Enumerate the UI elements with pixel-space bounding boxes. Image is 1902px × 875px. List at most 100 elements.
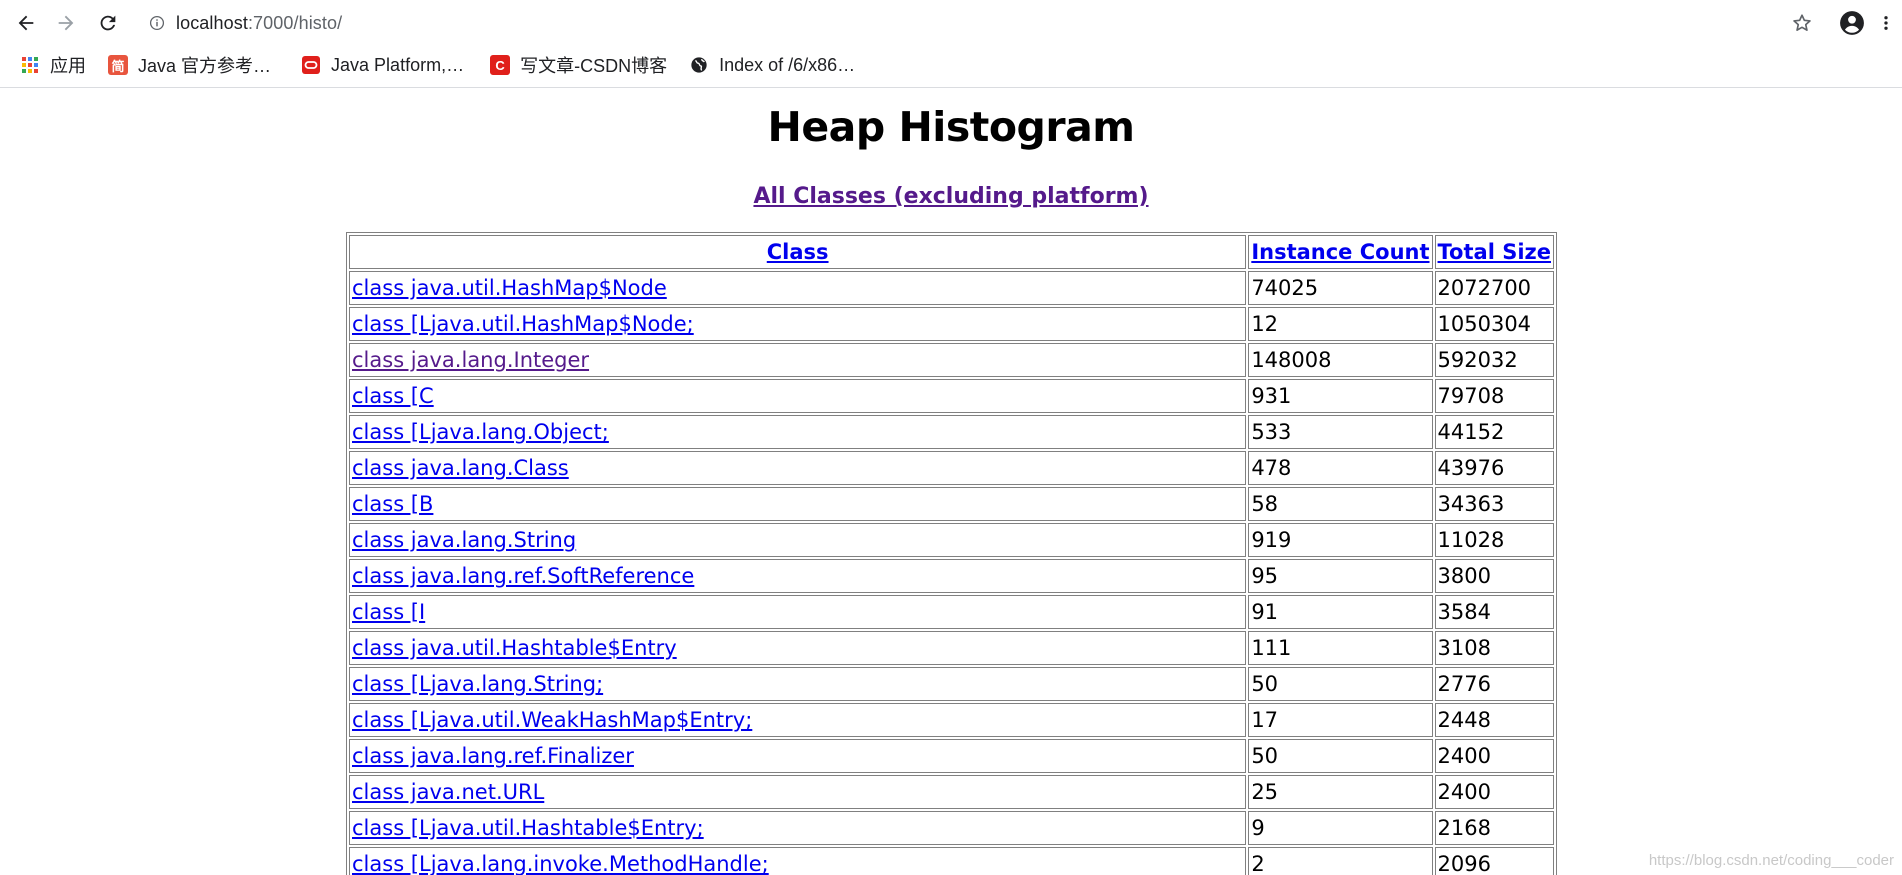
instance-count-cell: 91	[1248, 595, 1433, 629]
total-size-cell: 1050304	[1434, 307, 1554, 341]
table-row: class [Ljava.lang.String; 50 2776	[349, 667, 1554, 701]
table-row: class [C 931 79708	[349, 379, 1554, 413]
class-link[interactable]: class [Ljava.lang.Object;	[352, 420, 609, 444]
table-row: class [Ljava.util.WeakHashMap$Entry; 17 24…	[349, 703, 1554, 737]
bookmark-label: Java Platform,…	[331, 54, 465, 75]
class-cell: class [B	[349, 487, 1247, 521]
instance-count-cell: 50	[1248, 667, 1433, 701]
menu-button[interactable]	[1878, 9, 1894, 37]
sort-by-size-link[interactable]: Total Size	[1438, 240, 1551, 264]
account-circle-icon	[1840, 11, 1864, 35]
bookmark-label: 应用	[50, 56, 86, 76]
class-cell: class java.lang.ref.SoftReference	[349, 559, 1247, 593]
class-link[interactable]: class [C	[352, 384, 434, 408]
class-cell: class java.lang.Integer	[349, 343, 1247, 377]
class-link[interactable]: class [B	[352, 492, 433, 516]
arrow-left-icon	[18, 15, 34, 31]
total-size-cell: 79708	[1434, 379, 1554, 413]
class-link[interactable]: class java.lang.Class	[352, 456, 569, 480]
class-link[interactable]: class java.lang.Integer	[352, 348, 589, 372]
class-link[interactable]: class java.lang.String	[352, 528, 576, 552]
star-icon	[1793, 14, 1811, 31]
sort-by-count-link[interactable]: Instance Count	[1251, 240, 1429, 264]
bookmark-apps[interactable]: 应用	[20, 51, 86, 79]
table-row: class [Ljava.lang.Object; 533 44152	[349, 415, 1554, 449]
bookmark-java-platform[interactable]: Java Platform,…	[301, 51, 464, 79]
class-cell: class java.lang.ref.Finalizer	[349, 739, 1247, 773]
info-icon[interactable]	[148, 14, 166, 32]
header-class: Class	[349, 235, 1247, 269]
page-content: Heap Histogram All Classes (excluding pl…	[0, 89, 1902, 875]
class-link[interactable]: class java.lang.ref.Finalizer	[352, 744, 634, 768]
histogram-body: class java.util.HashMap$Node 74025 2072700…	[349, 271, 1554, 875]
class-link[interactable]: class java.util.Hashtable$Entry	[352, 636, 677, 660]
table-row: class java.net.URL 25 2400	[349, 775, 1554, 809]
watermark: https://blog.csdn.net/coding___coder	[1648, 852, 1894, 869]
total-size-cell: 2400	[1434, 775, 1554, 809]
instance-count-cell: 95	[1248, 559, 1433, 593]
class-link[interactable]: class java.lang.ref.SoftReference	[352, 564, 694, 588]
all-classes-link[interactable]: All Classes (excluding platform)	[753, 184, 1148, 209]
instance-count-cell: 12	[1248, 307, 1433, 341]
globe-icon	[689, 55, 709, 75]
class-link[interactable]: class [Ljava.util.HashMap$Node;	[352, 312, 694, 336]
total-size-cell: 34363	[1434, 487, 1554, 521]
bookmark-label: Java 官方参考…	[138, 56, 272, 76]
back-button[interactable]	[12, 9, 40, 37]
bookmark-label: 写文章-CSDN博客	[520, 56, 668, 76]
class-link[interactable]: class java.net.URL	[352, 780, 544, 804]
oracle-favicon-icon	[301, 55, 321, 75]
class-cell: class [I	[349, 595, 1247, 629]
url-host: localhost	[176, 12, 248, 33]
class-cell: class [Ljava.util.Hashtable$Entry;	[349, 811, 1247, 845]
table-header-row: Class Instance Count Total Size	[349, 235, 1554, 269]
url-path: :7000/histo/	[247, 12, 343, 33]
browser-chrome: localhost:7000/histo/ 应用 简 Java 官方参考… Ja…	[0, 0, 1902, 88]
total-size-cell: 3108	[1434, 631, 1554, 665]
instance-count-cell: 50	[1248, 739, 1433, 773]
csdn-favicon-icon: C	[490, 55, 511, 75]
sort-by-class-link[interactable]: Class	[767, 240, 829, 264]
instance-count-cell: 931	[1248, 379, 1433, 413]
instance-count-cell: 58	[1248, 487, 1433, 521]
table-row: class [Ljava.util.HashMap$Node; 12 1050304	[349, 307, 1554, 341]
apps-grid-icon	[20, 55, 40, 75]
class-link[interactable]: class [Ljava.util.WeakHashMap$Entry;	[352, 708, 752, 732]
class-cell: class java.lang.Class	[349, 451, 1247, 485]
class-cell: class java.lang.String	[349, 523, 1247, 557]
total-size-cell: 2096	[1434, 847, 1554, 875]
table-row: class java.lang.ref.Finalizer 50 2400	[349, 739, 1554, 773]
bookmark-java-docs[interactable]: 简 Java 官方参考…	[108, 51, 271, 79]
table-row: class java.util.HashMap$Node 74025 2072700	[349, 271, 1554, 305]
table-row: class java.util.Hashtable$Entry 111 3108	[349, 631, 1554, 665]
class-cell: class [Ljava.lang.Object;	[349, 415, 1247, 449]
header-total-size: Total Size	[1434, 235, 1554, 269]
bookmark-index-of[interactable]: Index of /6/x86…	[689, 51, 855, 79]
url-text: localhost:7000/histo/	[176, 13, 342, 34]
class-cell: class [Ljava.lang.String;	[349, 667, 1247, 701]
class-link[interactable]: class [Ljava.util.Hashtable$Entry;	[352, 816, 704, 840]
forward-button[interactable]	[52, 9, 80, 37]
all-classes-link-container: All Classes (excluding platform)	[0, 184, 1902, 209]
class-cell: class [Ljava.util.WeakHashMap$Entry;	[349, 703, 1247, 737]
class-link[interactable]: class java.util.HashMap$Node	[352, 276, 667, 300]
table-row: class [I 91 3584	[349, 595, 1554, 629]
class-link[interactable]: class [Ljava.lang.String;	[352, 672, 603, 696]
address-bar[interactable]: localhost:7000/histo/	[140, 7, 1780, 39]
total-size-cell: 44152	[1434, 415, 1554, 449]
instance-count-cell: 919	[1248, 523, 1433, 557]
profile-button[interactable]	[1838, 9, 1866, 37]
instance-count-cell: 25	[1248, 775, 1433, 809]
class-cell: class [Ljava.lang.invoke.MethodHandle;	[349, 847, 1247, 875]
reload-button[interactable]	[94, 9, 122, 37]
more-vertical-icon	[1884, 16, 1888, 30]
table-row: class [Ljava.lang.invoke.MethodHandle; 2 2…	[349, 847, 1554, 875]
bookmark-star-button[interactable]	[1788, 9, 1816, 37]
class-link[interactable]: class [Ljava.lang.invoke.MethodHandle;	[352, 852, 769, 875]
instance-count-cell: 111	[1248, 631, 1433, 665]
class-cell: class java.util.HashMap$Node	[349, 271, 1247, 305]
total-size-cell: 3800	[1434, 559, 1554, 593]
total-size-cell: 2400	[1434, 739, 1554, 773]
class-link[interactable]: class [I	[352, 600, 425, 624]
bookmark-csdn[interactable]: C 写文章-CSDN博客	[490, 51, 667, 79]
